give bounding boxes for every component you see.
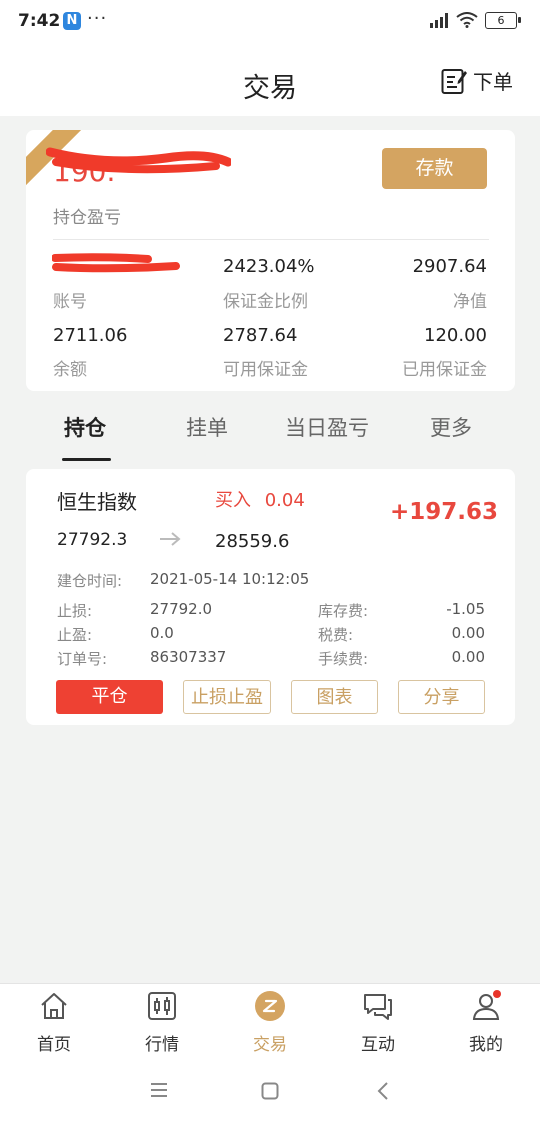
signal-icon [430, 13, 448, 28]
notification-app-icon: N [63, 12, 81, 30]
nav-profile[interactable]: 我的 [432, 984, 540, 1061]
account-number-redacted [52, 253, 180, 273]
trade-icon [255, 991, 285, 1021]
swap-value: -1.05 [446, 600, 485, 618]
margin-ratio-label: 保证金比例 [223, 292, 308, 312]
open-time-label: 建仓时间: [57, 572, 123, 590]
account-summary-card: 190. 持仓盈亏 存款 账号 2423.04% 保证金比例 2907.64 净… [26, 130, 515, 391]
tab-positions[interactable]: 持仓 [64, 412, 106, 442]
stop-loss-label: 止损: [57, 602, 93, 620]
nav-profile-label: 我的 [469, 1035, 503, 1055]
swap-label: 库存费: [318, 602, 369, 620]
home-icon [41, 993, 67, 1019]
margin-ratio-value: 2423.04% [223, 256, 315, 277]
nav-trade[interactable]: 交易 [216, 984, 324, 1061]
tax-value: 0.00 [451, 624, 485, 642]
market-chart-icon [148, 992, 176, 1020]
home-square-icon[interactable] [261, 1082, 279, 1100]
open-time-value: 2021-05-14 10:12:05 [150, 570, 310, 588]
redaction-mark [46, 147, 231, 174]
app-header: 交易 下单 [0, 44, 540, 116]
deposit-button[interactable]: 存款 [382, 148, 487, 189]
chat-icon [364, 994, 392, 1020]
open-price: 27792.3 [57, 530, 128, 550]
system-navigation-bar [0, 1060, 540, 1124]
trade-tabs: 持仓 挂单 当日盈亏 更多 [0, 400, 540, 470]
tab-daily-pnl[interactable]: 当日盈亏 [285, 412, 369, 442]
nav-interact[interactable]: 互动 [324, 984, 432, 1061]
nav-market[interactable]: 行情 [108, 984, 216, 1061]
more-notifications-icon: ··· [87, 8, 108, 29]
edit-order-icon [441, 68, 467, 94]
menu-icon[interactable] [150, 1082, 168, 1098]
tab-pending-orders[interactable]: 挂单 [186, 412, 228, 442]
divider [53, 239, 489, 240]
lot-size: 0.04 [264, 490, 305, 511]
nav-home-label: 首页 [37, 1035, 71, 1055]
take-profit-label: 止盈: [57, 626, 93, 644]
tax-label: 税费: [318, 626, 354, 644]
place-order-label: 下单 [473, 70, 513, 94]
clock: 7:42 [18, 11, 61, 31]
balance-label: 余额 [53, 360, 87, 380]
nav-home[interactable]: 首页 [0, 984, 108, 1061]
net-value: 2907.64 [412, 256, 487, 277]
wifi-icon [456, 12, 478, 28]
stop-loss-take-profit-button[interactable]: 止损止盈 [183, 680, 271, 714]
direction-label: 买入 [215, 490, 251, 511]
balance-value: 2711.06 [53, 325, 128, 346]
tab-more[interactable]: 更多 [430, 412, 472, 442]
position-direction: 买入 0.04 [215, 486, 305, 512]
share-button[interactable]: 分享 [398, 680, 485, 714]
place-order-button[interactable]: 下单 [441, 66, 513, 95]
order-number-label: 订单号: [57, 650, 108, 668]
stop-loss-value: 27792.0 [150, 600, 213, 618]
position-pnl-label: 持仓盈亏 [53, 208, 121, 228]
close-position-button[interactable]: 平仓 [56, 680, 163, 714]
current-price: 28559.6 [215, 531, 290, 552]
used-margin-value: 120.00 [424, 325, 487, 346]
position-profit: +197.63 [390, 499, 499, 525]
battery-cap [518, 17, 521, 23]
take-profit-value: 0.0 [150, 624, 174, 642]
active-tab-indicator [62, 458, 111, 461]
available-margin-value: 2787.64 [223, 325, 298, 346]
chart-button[interactable]: 图表 [291, 680, 378, 714]
fee-value: 0.00 [451, 648, 485, 666]
bottom-navigation: 首页 行情 交易 互动 我的 [0, 983, 540, 1061]
position-symbol: 恒生指数 [57, 490, 137, 514]
nav-market-label: 行情 [145, 1035, 179, 1055]
battery-icon: 6 [485, 12, 517, 29]
nav-trade-label: 交易 [253, 1035, 287, 1055]
order-number-value: 86307337 [150, 648, 227, 666]
net-value-label: 净值 [453, 292, 487, 312]
nav-interact-label: 互动 [361, 1035, 395, 1055]
used-margin-label: 已用保证金 [402, 360, 487, 380]
profile-icon [472, 990, 501, 1020]
arrow-right-icon [160, 532, 181, 546]
status-bar: 7:42 N ··· 6 [0, 0, 540, 44]
account-number-label: 账号 [53, 292, 87, 312]
available-margin-label: 可用保证金 [223, 360, 308, 380]
back-icon[interactable] [376, 1081, 390, 1101]
fee-label: 手续费: [318, 650, 369, 668]
position-card[interactable]: 恒生指数 买入 0.04 +197.63 27792.3 28559.6 建仓时… [26, 469, 515, 725]
